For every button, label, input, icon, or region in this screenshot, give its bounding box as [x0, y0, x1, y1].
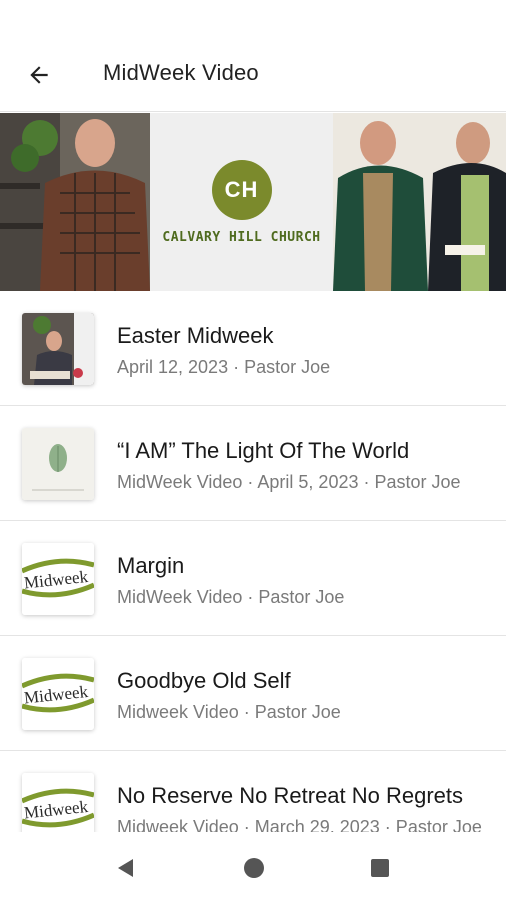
thumbnail-midweek: Midweek — [22, 658, 94, 730]
item-subtitle: MidWeek Video · April 5, 2023 · Pastor J… — [117, 472, 461, 492]
thumbnail-leaf — [22, 428, 94, 500]
banner-photo-left — [0, 113, 150, 291]
item-title: Easter Midweek — [117, 323, 274, 348]
back-button[interactable] — [22, 58, 56, 92]
item-title: Goodbye Old Self — [117, 668, 291, 693]
item-title: Margin — [117, 553, 185, 578]
thumbnail-midweek: Midweek — [22, 543, 94, 615]
item-subtitle: MidWeek Video · Pastor Joe — [117, 587, 345, 607]
video-list: Easter Midweek April 12, 2023 · Pastor J… — [0, 291, 506, 866]
item-title: “I AM” The Light Of The World — [117, 438, 410, 463]
list-item[interactable]: Easter Midweek April 12, 2023 · Pastor J… — [0, 291, 506, 406]
arrow-left-icon — [30, 66, 48, 84]
series-banner: CH CALVARY HILL CHURCH — [0, 113, 506, 291]
banner-photo-right — [333, 113, 506, 291]
thumbnail-photo — [22, 313, 94, 385]
page-title: MidWeek Video — [103, 60, 259, 85]
banner-logo-panel: CH CALVARY HILL CHURCH — [150, 113, 333, 291]
triangle-back-icon — [118, 859, 133, 877]
app-bar: MidWeek Video — [0, 0, 506, 112]
list-item[interactable]: Midweek Margin MidWeek Video · Pastor Jo… — [0, 521, 506, 636]
system-nav-bar — [0, 832, 506, 900]
list-item[interactable]: “I AM” The Light Of The World MidWeek Vi… — [0, 406, 506, 521]
nav-recents-button[interactable] — [364, 852, 396, 884]
item-subtitle: April 12, 2023 · Pastor Joe — [117, 357, 331, 377]
square-recents-icon — [371, 859, 389, 877]
nav-back-button[interactable] — [110, 852, 142, 884]
item-title: No Reserve No Retreat No Regrets — [117, 783, 464, 808]
list-item[interactable]: Midweek Goodbye Old Self Midweek Video ·… — [0, 636, 506, 751]
church-logo: CH — [211, 159, 272, 220]
item-subtitle: Midweek Video · Pastor Joe — [117, 702, 341, 722]
church-name: CALVARY HILL CHURCH — [162, 229, 321, 245]
circle-home-icon — [244, 858, 264, 878]
nav-home-button[interactable] — [238, 852, 270, 884]
